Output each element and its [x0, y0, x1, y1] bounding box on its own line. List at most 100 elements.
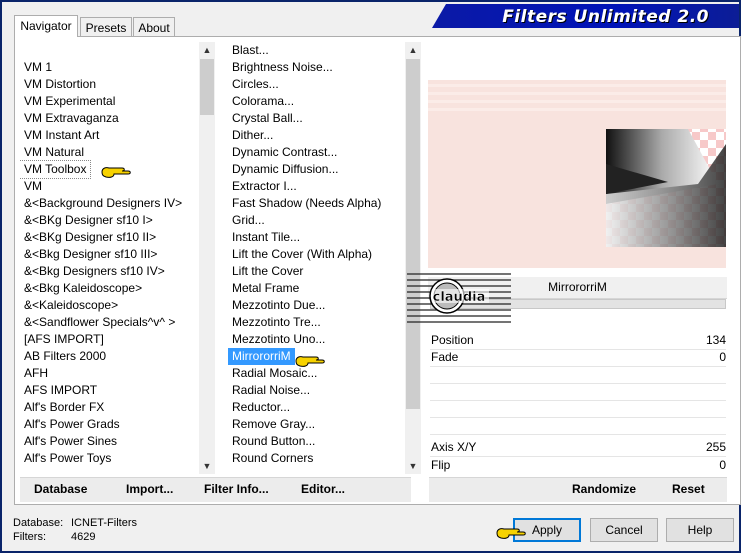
divider — [430, 417, 726, 418]
filter-item[interactable]: Mezzotinto Tre... — [228, 314, 406, 331]
filter-item[interactable]: Grid... — [228, 212, 406, 229]
category-item[interactable]: &<Kaleidoscope> — [20, 297, 198, 314]
filter-item[interactable]: Remove Gray... — [228, 416, 406, 433]
tab-presets[interactable]: Presets — [80, 17, 132, 37]
param-value: 134 — [705, 333, 726, 347]
category-item[interactable]: AFH — [20, 365, 198, 382]
filter-item[interactable]: Lift the Cover — [228, 263, 406, 280]
param-name: Position — [431, 333, 474, 347]
editor-button[interactable]: Editor... — [301, 482, 345, 496]
category-item[interactable]: AB Filters 2000 — [20, 348, 198, 365]
category-item[interactable]: [AFS IMPORT] — [20, 331, 198, 348]
filter-item[interactable]: Blast... — [228, 42, 406, 59]
pointing-hand-icon — [295, 356, 325, 367]
filter-item[interactable]: Round Button... — [228, 433, 406, 450]
filter-item[interactable]: Colorama... — [228, 93, 406, 110]
filters-unlimited-window: Filters Unlimited 2.0 Navigator Presets … — [0, 0, 741, 553]
pointing-hand-icon — [101, 167, 131, 178]
filter-scrollbar[interactable]: ▲ ▼ — [405, 42, 421, 474]
filter-item[interactable]: Metal Frame — [228, 280, 406, 297]
cancel-button[interactable]: Cancel — [590, 518, 658, 542]
param-position[interactable]: Position 134 — [430, 332, 726, 349]
import-button[interactable]: Import... — [126, 482, 173, 496]
filter-item[interactable]: Round Corners — [228, 450, 406, 467]
app-title: Filters Unlimited 2.0 — [502, 7, 709, 27]
tab-navigator[interactable]: Navigator — [14, 15, 78, 37]
category-item[interactable]: VM Experimental — [20, 93, 198, 110]
scroll-down-icon[interactable]: ▼ — [405, 458, 421, 474]
divider — [430, 434, 726, 435]
category-item[interactable]: AFS IMPORT — [20, 382, 198, 399]
filter-item[interactable]: Dither... — [228, 127, 406, 144]
title-banner: Filters Unlimited 2.0 — [432, 4, 739, 28]
scroll-thumb[interactable] — [200, 59, 214, 115]
filter-item[interactable]: Reductor... — [228, 399, 406, 416]
param-value: 0 — [719, 350, 726, 364]
filter-item[interactable]: Instant Tile... — [228, 229, 406, 246]
category-list[interactable]: VM 1 VM Distortion VM Experimental VM Extra… — [20, 42, 198, 474]
category-item[interactable]: Alf's Border FX — [20, 399, 198, 416]
filter-item[interactable]: Dynamic Contrast... — [228, 144, 406, 161]
category-item[interactable]: Alf's Power Grads — [20, 416, 198, 433]
pointing-hand-icon — [496, 528, 526, 539]
param-flip[interactable]: Flip 0 — [430, 457, 726, 474]
filters-count-value: 4629 — [71, 531, 96, 543]
filter-item[interactable]: Lift the Cover (With Alpha) — [228, 246, 406, 263]
divider — [430, 383, 726, 384]
reset-button[interactable]: Reset — [672, 482, 705, 496]
param-name: Flip — [431, 458, 451, 472]
category-item[interactable]: Alf's Power Toys — [20, 450, 198, 467]
param-name: Axis X/Y — [431, 440, 477, 454]
svg-text:claudia: claudia — [433, 290, 486, 305]
category-item[interactable]: &<Bkg Designer sf10 III> — [20, 246, 198, 263]
database-label: Database: — [13, 517, 64, 529]
filter-info-button[interactable]: Filter Info... — [204, 482, 269, 496]
category-item[interactable]: VM 1 — [20, 59, 198, 76]
filter-item[interactable]: Fast Shadow (Needs Alpha) — [228, 195, 406, 212]
category-item[interactable]: &<Bkg Designers sf10 IV> — [20, 263, 198, 280]
divider — [430, 366, 726, 367]
category-item[interactable]: VM Natural — [20, 144, 198, 161]
database-button[interactable]: Database — [34, 482, 87, 496]
filter-item[interactable]: Mezzotinto Uno... — [228, 331, 406, 348]
category-item[interactable]: VM Distortion — [20, 76, 198, 93]
filter-item[interactable]: Mezzotinto Due... — [228, 297, 406, 314]
category-item[interactable]: &<BKg Designer sf10 II> — [20, 229, 198, 246]
category-item[interactable]: VM Extravaganza — [20, 110, 198, 127]
list-toolbar: Database Import... Filter Info... Editor… — [20, 477, 411, 502]
randomize-button[interactable]: Randomize — [572, 482, 636, 496]
param-fade[interactable]: Fade 0 — [430, 349, 726, 366]
category-item[interactable]: &<BKg Designer sf10 I> — [20, 212, 198, 229]
category-item[interactable]: VM Toolbox — [20, 160, 92, 179]
scroll-thumb[interactable] — [406, 59, 420, 409]
filter-item[interactable]: MirrororriM — [228, 348, 295, 365]
database-value: ICNET-Filters — [71, 517, 137, 529]
filter-list[interactable]: Blast... Brightness Noise... Circles... Col… — [228, 42, 406, 474]
param-axis-xy[interactable]: Axis X/Y 255 — [430, 439, 726, 456]
category-item[interactable]: &<Sandflower Specials^v^ > — [20, 314, 198, 331]
scroll-down-icon[interactable]: ▼ — [199, 458, 215, 474]
tab-about[interactable]: About — [133, 17, 175, 37]
category-item[interactable]: &<Bkg Kaleidoscope> — [20, 280, 198, 297]
category-item[interactable]: &<Background Designers IV> — [20, 195, 198, 212]
param-value: 255 — [705, 440, 726, 454]
filter-item[interactable]: Crystal Ball... — [228, 110, 406, 127]
category-scrollbar[interactable]: ▲ ▼ — [199, 42, 215, 474]
claudia-watermark-logo: claudia — [407, 273, 511, 323]
filter-item[interactable]: Radial Noise... — [228, 382, 406, 399]
divider — [430, 400, 726, 401]
help-button[interactable]: Help — [666, 518, 734, 542]
filter-item[interactable]: Brightness Noise... — [228, 59, 406, 76]
scroll-up-icon[interactable]: ▲ — [405, 42, 421, 58]
category-item[interactable]: VM Instant Art — [20, 127, 198, 144]
param-value: 0 — [719, 458, 726, 472]
filter-item[interactable]: Dynamic Diffusion... — [228, 161, 406, 178]
scroll-up-icon[interactable]: ▲ — [199, 42, 215, 58]
preview-image — [428, 80, 726, 268]
filter-item[interactable]: Circles... — [228, 76, 406, 93]
filter-item[interactable]: Extractor I... — [228, 178, 406, 195]
param-name: Fade — [431, 350, 459, 364]
category-item[interactable]: Alf's Power Sines — [20, 433, 198, 450]
preview-area — [428, 44, 726, 268]
filters-count-label: Filters: — [13, 531, 46, 543]
